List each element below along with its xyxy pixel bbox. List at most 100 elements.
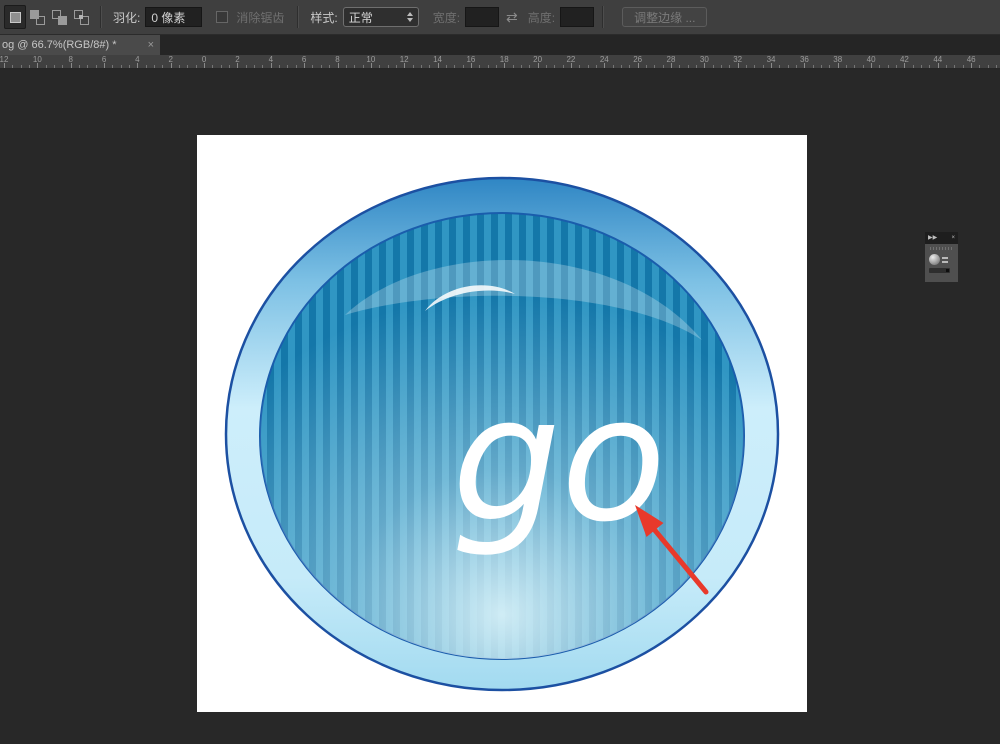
document-tab[interactable]: og @ 66.7%(RGB/8#) * × <box>0 35 160 55</box>
ruler-tick <box>813 65 814 68</box>
ruler-tick <box>946 65 947 68</box>
expand-panel-icon[interactable]: ▶▶ <box>928 232 937 244</box>
ruler-tick <box>729 65 730 68</box>
feather-input[interactable] <box>145 7 202 27</box>
ruler-tick <box>137 63 138 68</box>
new-selection-icon <box>10 12 21 23</box>
height-input[interactable] <box>560 7 594 27</box>
swap-dimensions-icon[interactable]: ⇄ <box>506 9 518 26</box>
ruler-tick <box>37 63 38 68</box>
ruler-tick <box>663 65 664 68</box>
antialias-label: 消除锯齿 <box>236 9 284 26</box>
ruler-tick <box>396 65 397 68</box>
ruler-tick <box>821 65 822 68</box>
ruler-tick <box>254 65 255 68</box>
selection-mode-group <box>4 5 92 29</box>
document-canvas[interactable]: go <box>197 135 807 712</box>
ruler-tick <box>613 65 614 68</box>
ruler-tick <box>621 65 622 68</box>
ruler-tick <box>421 65 422 68</box>
ruler-tick <box>29 65 30 68</box>
work-area: go ▶▶ × <box>0 70 1000 744</box>
ruler-tick <box>79 65 80 68</box>
ruler-tick <box>346 65 347 68</box>
ruler-tick <box>721 65 722 68</box>
separator <box>100 6 102 28</box>
ruler-tick <box>679 65 680 68</box>
ruler-tick <box>779 65 780 68</box>
panel-tool-icon[interactable] <box>929 254 954 265</box>
list-bars-icon <box>942 257 948 263</box>
ruler-tick <box>262 65 263 68</box>
intersect-selection-button[interactable] <box>70 5 92 29</box>
ruler-tick <box>846 65 847 68</box>
ruler-tick <box>187 65 188 68</box>
ruler-tick <box>771 63 772 68</box>
button-artwork: go <box>197 135 807 712</box>
panel-grip-handle[interactable] <box>930 247 953 250</box>
ruler-tick <box>162 65 163 68</box>
ruler-tick <box>629 65 630 68</box>
ruler-tick <box>363 65 364 68</box>
ruler-tick <box>338 63 339 68</box>
ruler-tick <box>379 65 380 68</box>
tab-close-icon[interactable]: × <box>148 35 154 55</box>
ruler-tick <box>488 65 489 68</box>
ruler-tick <box>221 65 222 68</box>
height-label: 高度: <box>528 9 555 26</box>
separator <box>602 6 604 28</box>
ruler-tick <box>513 65 514 68</box>
width-input[interactable] <box>465 7 499 27</box>
style-dropdown[interactable]: 正常 <box>343 7 419 27</box>
ruler-tick <box>46 65 47 68</box>
ruler-tick <box>546 65 547 68</box>
ruler-tick <box>879 65 880 68</box>
ruler-tick <box>521 65 522 68</box>
button-label-text: go <box>452 359 666 560</box>
ruler-tick <box>104 63 105 68</box>
horizontal-ruler[interactable]: 1210864202468101214161820222426283032343… <box>0 55 1000 69</box>
ruler-tick <box>438 63 439 68</box>
ruler-tick <box>696 65 697 68</box>
ruler-tick <box>913 65 914 68</box>
ruler-tick <box>604 63 605 68</box>
refine-edge-button[interactable]: 调整边缘 ... <box>622 7 707 27</box>
ruler-tick <box>754 65 755 68</box>
ruler-tick <box>996 65 997 68</box>
ruler-tick <box>229 65 230 68</box>
add-to-selection-button[interactable] <box>26 5 48 29</box>
ruler-tick <box>738 63 739 68</box>
dropdown-arrows-icon <box>407 12 413 22</box>
ruler-tick <box>212 65 213 68</box>
style-label: 样式: <box>310 9 337 26</box>
ruler-tick <box>413 65 414 68</box>
ruler-tick <box>71 63 72 68</box>
tool-options-bar: 羽化: 消除锯齿 样式: 正常 宽度: ⇄ 高度: 调整边缘 ... <box>0 0 1000 35</box>
ruler-tick <box>638 63 639 68</box>
ruler-tick <box>204 63 205 68</box>
ruler-tick <box>62 65 63 68</box>
ruler-tick <box>896 65 897 68</box>
ruler-tick <box>446 65 447 68</box>
ruler-tick <box>12 65 13 68</box>
panel-slider[interactable] <box>929 268 950 273</box>
ruler-tick <box>504 63 505 68</box>
ruler-tick <box>654 65 655 68</box>
ruler-tick <box>21 65 22 68</box>
ruler-tick <box>796 65 797 68</box>
ruler-tick <box>854 65 855 68</box>
ruler-tick <box>121 65 122 68</box>
ruler-tick <box>704 63 705 68</box>
ruler-tick <box>646 65 647 68</box>
ruler-tick <box>471 63 472 68</box>
ruler-tick <box>388 65 389 68</box>
antialias-checkbox[interactable] <box>216 11 228 23</box>
ruler-tick <box>312 65 313 68</box>
close-panel-icon[interactable]: × <box>951 232 955 244</box>
ruler-tick <box>921 65 922 68</box>
document-tab-title: og @ 66.7%(RGB/8#) * <box>2 39 117 51</box>
ruler-tick <box>563 65 564 68</box>
ruler-tick <box>454 65 455 68</box>
subtract-from-selection-button[interactable] <box>48 5 70 29</box>
new-selection-button[interactable] <box>4 5 26 29</box>
